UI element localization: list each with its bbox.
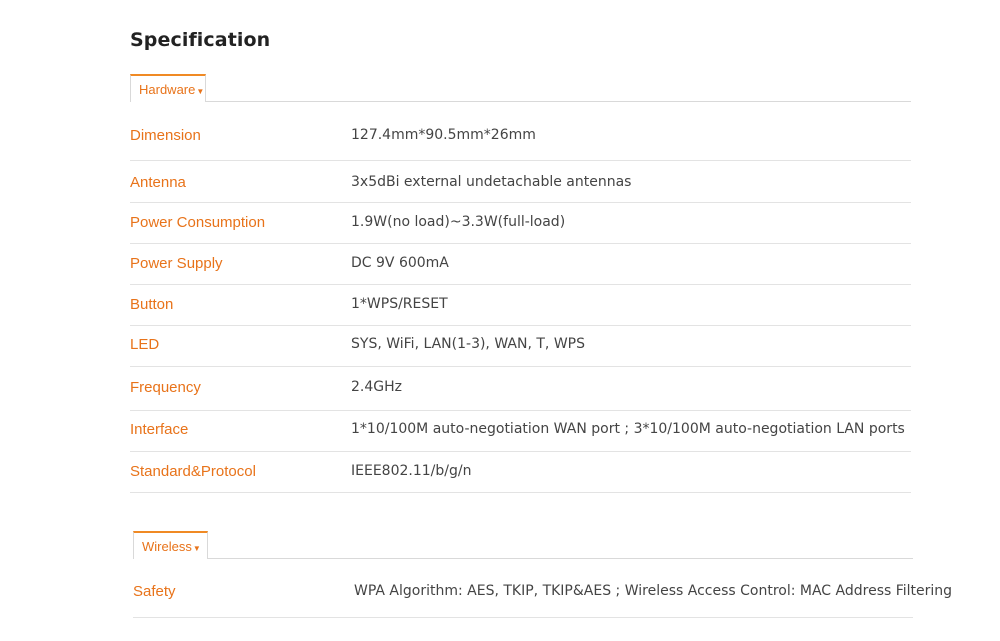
chevron-down-icon: ▼ (196, 86, 205, 96)
spec-row-power-supply: Power Supply DC 9V 600mA (130, 244, 911, 285)
spec-row-led: LED SYS, WiFi, LAN(1-3), WAN, T, WPS (130, 326, 911, 367)
spec-label: Safety (133, 583, 176, 600)
page-title: Specification (130, 29, 271, 51)
spec-row-dimension: Dimension 127.4mm*90.5mm*26mm (130, 103, 911, 161)
spec-value: 3x5dBi external undetachable antennas (351, 174, 632, 190)
tab-hardware-label: Hardware (139, 81, 196, 97)
spec-row-button: Button 1*WPS/RESET (130, 285, 911, 326)
spec-label: Interface (130, 421, 189, 438)
spec-value: DC 9V 600mA (351, 255, 449, 271)
spec-label: Power Consumption (130, 214, 266, 231)
section-divider (130, 101, 911, 102)
spec-label: LED (130, 336, 160, 353)
spec-value: SYS, WiFi, LAN(1-3), WAN, T, WPS (351, 336, 585, 352)
spec-row-standard-protocol: Standard&Protocol IEEE802.11/b/g/n (130, 452, 911, 493)
spec-label: Dimension (130, 127, 201, 144)
spec-value: WPA Algorithm: AES, TKIP, TKIP&AES ; Wir… (354, 583, 953, 599)
spec-label: Frequency (130, 379, 201, 396)
spec-row-antenna: Antenna 3x5dBi external undetachable ant… (130, 161, 911, 203)
tab-hardware[interactable]: Hardware ▼ (130, 74, 206, 102)
spec-label: Power Supply (130, 255, 223, 272)
spec-row-interface: Interface 1*10/100M auto-negotiation WAN… (130, 411, 911, 452)
spec-label: Button (130, 296, 174, 313)
spec-value: 127.4mm*90.5mm*26mm (351, 127, 536, 143)
spec-value: 1.9W(no load)~3.3W(full-load) (351, 214, 566, 230)
spec-label: Antenna (130, 174, 186, 191)
spec-value: 1*WPS/RESET (351, 296, 448, 312)
spec-row-safety: Safety WPA Algorithm: AES, TKIP, TKIP&AE… (133, 559, 952, 618)
tab-wireless[interactable]: Wireless ▼ (133, 531, 208, 559)
spec-value: 1*10/100M auto-negotiation WAN port ; 3*… (351, 421, 905, 437)
spec-row-frequency: Frequency 2.4GHz (130, 367, 911, 411)
spec-value: IEEE802.11/b/g/n (351, 463, 472, 479)
chevron-down-icon: ▼ (192, 543, 201, 553)
spec-row-power-consumption: Power Consumption 1.9W(no load)~3.3W(ful… (130, 203, 911, 244)
tab-wireless-label: Wireless (142, 538, 192, 554)
spec-value: 2.4GHz (351, 379, 402, 395)
spec-label: Standard&Protocol (130, 463, 256, 480)
